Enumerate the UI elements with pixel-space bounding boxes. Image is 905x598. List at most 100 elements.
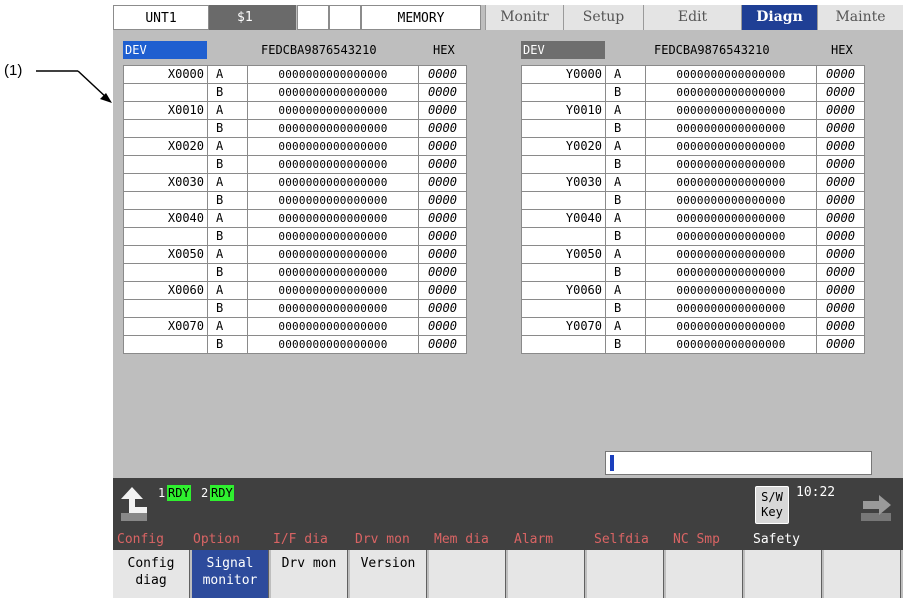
signal-address[interactable]: Y0030 bbox=[521, 173, 606, 192]
signal-address[interactable]: X0050 bbox=[123, 245, 208, 264]
signal-hex: 0000 bbox=[816, 155, 865, 174]
softkey-10[interactable] bbox=[824, 550, 901, 598]
sw-key-button[interactable]: S/W Key bbox=[755, 486, 789, 524]
softkey-3[interactable]: Drv mon bbox=[271, 550, 348, 598]
softkey-6[interactable] bbox=[508, 550, 585, 598]
rdy1-number: 1 bbox=[158, 486, 166, 500]
signal-address[interactable] bbox=[123, 155, 208, 174]
signal-address[interactable] bbox=[123, 263, 208, 282]
signal-address[interactable]: Y0060 bbox=[521, 281, 606, 300]
signal-address[interactable]: X0040 bbox=[123, 209, 208, 228]
menu-label-option[interactable]: Option bbox=[193, 532, 240, 547]
signal-ab: B bbox=[605, 119, 646, 138]
signal-address[interactable] bbox=[521, 335, 606, 354]
softkey-9[interactable] bbox=[745, 550, 822, 598]
signal-hex: 0000 bbox=[816, 263, 865, 282]
tab-maintenance[interactable]: Mainte bbox=[817, 5, 903, 30]
signal-bits: 0000000000000000 bbox=[645, 173, 817, 192]
signal-ab: B bbox=[605, 299, 646, 318]
signal-address[interactable] bbox=[123, 299, 208, 318]
signal-row: B 0000000000000000 0000 bbox=[521, 83, 865, 102]
signal-address[interactable]: Y0000 bbox=[521, 65, 606, 84]
signal-row: X0010 A 0000000000000000 0000 bbox=[123, 101, 467, 120]
signal-row: B 0000000000000000 0000 bbox=[521, 263, 865, 282]
signal-address[interactable] bbox=[123, 83, 208, 102]
right-hex-header: HEX bbox=[831, 43, 853, 57]
signal-hex: 0000 bbox=[816, 335, 865, 354]
signal-address[interactable] bbox=[123, 191, 208, 210]
sw-key-line2: Key bbox=[761, 505, 783, 519]
signal-ab: A bbox=[207, 281, 248, 300]
signal-bits: 0000000000000000 bbox=[645, 191, 817, 210]
signal-address[interactable]: X0010 bbox=[123, 101, 208, 120]
tab-monitor[interactable]: Monitr bbox=[485, 5, 563, 30]
softkey-7[interactable] bbox=[587, 550, 664, 598]
system-indicator: $1 bbox=[209, 5, 297, 30]
signal-address[interactable]: X0070 bbox=[123, 317, 208, 336]
softkey-8[interactable] bbox=[666, 550, 743, 598]
signal-address[interactable] bbox=[521, 191, 606, 210]
menu-label-safety[interactable]: Safety bbox=[753, 532, 800, 547]
signal-address[interactable]: Y0040 bbox=[521, 209, 606, 228]
signal-address[interactable] bbox=[123, 227, 208, 246]
signal-address[interactable]: Y0070 bbox=[521, 317, 606, 336]
right-arrow-icon[interactable] bbox=[861, 491, 899, 525]
signal-bits: 0000000000000000 bbox=[645, 209, 817, 228]
signal-ab: A bbox=[605, 317, 646, 336]
signal-ab: A bbox=[605, 245, 646, 264]
signal-address[interactable] bbox=[521, 83, 606, 102]
signal-hex: 0000 bbox=[816, 317, 865, 336]
menu-label-selfdia[interactable]: Selfdia bbox=[594, 532, 649, 547]
signal-address[interactable]: X0060 bbox=[123, 281, 208, 300]
signal-address[interactable]: Y0010 bbox=[521, 101, 606, 120]
signal-bits: 0000000000000000 bbox=[645, 299, 817, 318]
signal-address[interactable] bbox=[521, 299, 606, 318]
signal-bits: 0000000000000000 bbox=[645, 281, 817, 300]
tab-diagnosis[interactable]: Diagn bbox=[741, 5, 817, 30]
signal-address[interactable] bbox=[521, 119, 606, 138]
softkey-5[interactable] bbox=[429, 550, 506, 598]
menu-label-mem-dia[interactable]: Mem dia bbox=[434, 532, 489, 547]
softkey-label-line2: diag bbox=[135, 573, 167, 588]
signal-row: B 0000000000000000 0000 bbox=[123, 83, 467, 102]
input-field[interactable] bbox=[605, 451, 872, 475]
signal-address[interactable] bbox=[123, 119, 208, 138]
softkey-label-line1: Drv mon bbox=[281, 556, 337, 571]
rdy1-badge: RDY bbox=[167, 485, 191, 501]
signal-ab: A bbox=[605, 65, 646, 84]
nc-screen: UNT1 $1 MEMORY Monitr Setup Edit Diagn M… bbox=[113, 5, 903, 598]
menu-label-drv-mon[interactable]: Drv mon bbox=[355, 532, 410, 547]
signal-ab: B bbox=[207, 119, 248, 138]
signal-row: B 0000000000000000 0000 bbox=[521, 119, 865, 138]
signal-address[interactable]: X0020 bbox=[123, 137, 208, 156]
right-dev-label[interactable]: DEV bbox=[521, 41, 605, 59]
signal-hex: 0000 bbox=[816, 191, 865, 210]
signal-address[interactable]: X0000 bbox=[123, 65, 208, 84]
softkey-4[interactable]: Version bbox=[350, 550, 427, 598]
menu-label-if-dia[interactable]: I/F dia bbox=[273, 532, 328, 547]
clock: 10:22 bbox=[796, 485, 836, 500]
signal-address[interactable]: Y0020 bbox=[521, 137, 606, 156]
signal-address[interactable] bbox=[123, 335, 208, 354]
softkey-2[interactable]: Signal monitor bbox=[192, 550, 269, 598]
signal-address[interactable]: Y0050 bbox=[521, 245, 606, 264]
signal-address[interactable] bbox=[521, 227, 606, 246]
softkey-1[interactable]: Config diag bbox=[113, 550, 190, 598]
menu-label-nc-smp[interactable]: NC Smp bbox=[673, 532, 720, 547]
signal-address[interactable] bbox=[521, 263, 606, 282]
signal-address[interactable] bbox=[521, 155, 606, 174]
menu-label-alarm[interactable]: Alarm bbox=[514, 532, 553, 547]
signal-hex: 0000 bbox=[418, 173, 467, 192]
signal-row: B 0000000000000000 0000 bbox=[123, 155, 467, 174]
left-dev-label[interactable]: DEV bbox=[123, 41, 207, 59]
signal-hex: 0000 bbox=[418, 245, 467, 264]
signal-address[interactable]: X0030 bbox=[123, 173, 208, 192]
signal-bits: 0000000000000000 bbox=[247, 119, 419, 138]
signal-hex: 0000 bbox=[418, 227, 467, 246]
signal-ab: A bbox=[605, 281, 646, 300]
signal-ab: A bbox=[207, 245, 248, 264]
up-arrow-icon[interactable] bbox=[119, 483, 157, 525]
tab-edit[interactable]: Edit bbox=[643, 5, 741, 30]
menu-label-config[interactable]: Config bbox=[117, 532, 164, 547]
tab-setup[interactable]: Setup bbox=[563, 5, 643, 30]
